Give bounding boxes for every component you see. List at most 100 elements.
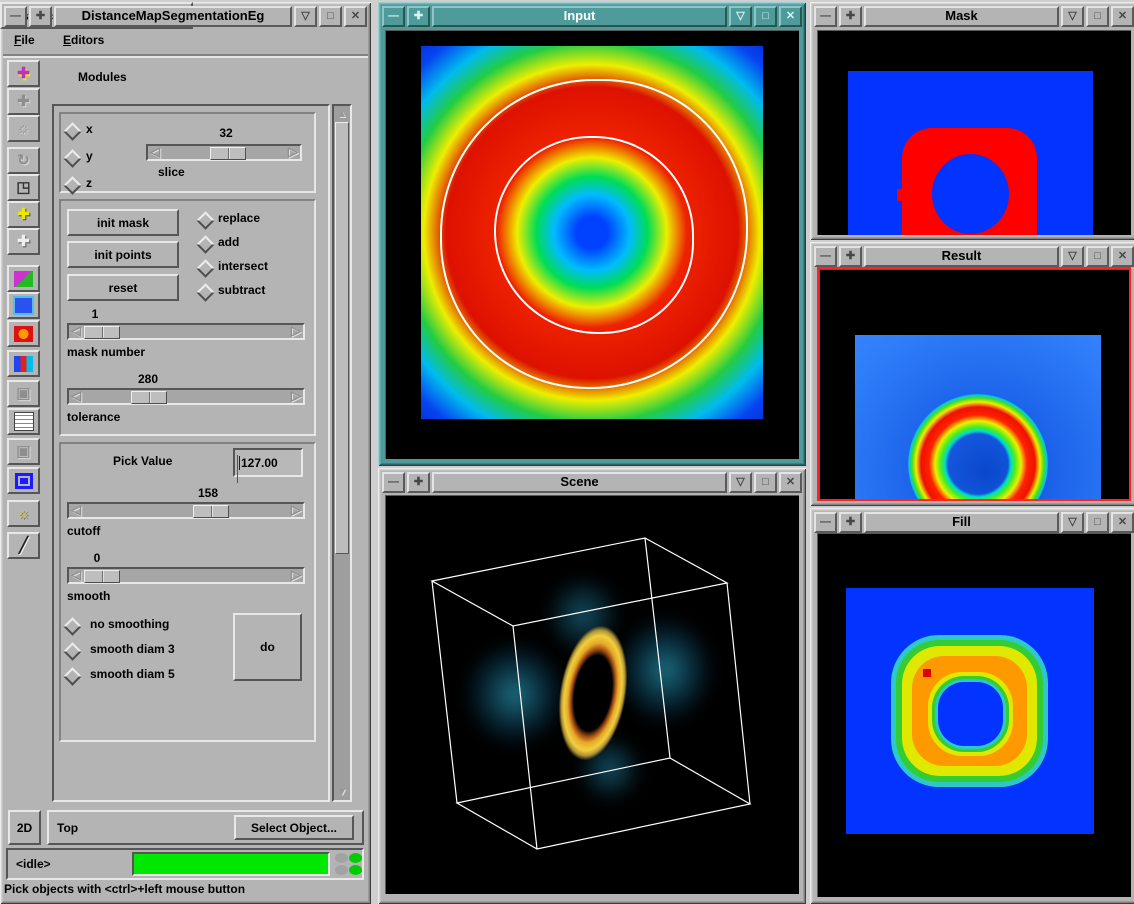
window-raise-button[interactable]: ✚ — [839, 512, 862, 533]
scroll-up-icon[interactable]: ▲ — [334, 107, 350, 121]
result-titlebar[interactable]: — ✚ Result ▽ □ ✕ — [814, 246, 1134, 267]
panel-scrollbar[interactable]: ▲ ▼ — [332, 104, 352, 802]
fill-viewport[interactable] — [817, 533, 1131, 897]
result-window[interactable]: — ✚ Result ▽ □ ✕ — [810, 242, 1134, 506]
smooth-slider-thumb[interactable] — [84, 570, 120, 583]
blue-panel-icon[interactable] — [7, 292, 40, 319]
viewer-trackball-icon[interactable]: ✚ — [7, 60, 40, 87]
cutoff-slider-thumb[interactable] — [193, 505, 229, 518]
scroll-down-icon[interactable]: ▼ — [334, 785, 350, 799]
input-window[interactable]: — ✚ Input ▽ □ ✕ — [378, 2, 806, 466]
window-close-button[interactable]: ✕ — [1111, 512, 1134, 533]
window-shade-button[interactable]: ▽ — [1061, 6, 1084, 27]
window-raise-button[interactable]: ✚ — [839, 246, 862, 267]
window-menu-button[interactable]: — — [382, 6, 405, 27]
mask-titlebar[interactable]: — ✚ Mask ▽ □ ✕ — [814, 6, 1134, 27]
window-close-button[interactable]: ✕ — [1111, 246, 1134, 267]
window-maximize-button[interactable]: □ — [754, 6, 777, 27]
tolerance-slider[interactable]: ◁ ▷ — [67, 388, 305, 405]
fill-titlebar[interactable]: — ✚ Fill ▽ □ ✕ — [814, 512, 1134, 533]
slider-right-arrow-icon[interactable]: ▷ — [291, 389, 301, 403]
window-raise-button[interactable]: ✚ — [29, 6, 52, 27]
window-maximize-button[interactable]: □ — [319, 6, 342, 27]
window-menu-button[interactable]: — — [814, 246, 837, 267]
main-window[interactable]: — ✚ DistanceMapSegmentationEg ▽ □ ✕ File… — [0, 2, 371, 904]
select-object-button[interactable]: Select Object... — [234, 815, 354, 840]
window-menu-button[interactable]: — — [814, 6, 837, 27]
smooth-slider[interactable]: ◁ ▷ — [67, 567, 305, 584]
mask-number-slider[interactable]: ◁ ▷ — [67, 323, 305, 340]
window-close-button[interactable]: ✕ — [779, 472, 802, 493]
window-raise-button[interactable]: ✚ — [839, 6, 862, 27]
slider-right-arrow-icon[interactable]: ▷ — [291, 568, 301, 582]
slice-slider[interactable]: ◁ ▷ — [146, 144, 302, 161]
window-close-button[interactable]: ✕ — [779, 6, 802, 27]
mask-window[interactable]: — ✚ Mask ▽ □ ✕ — [810, 2, 1134, 240]
do-button[interactable]: do — [233, 613, 302, 681]
viewer-camera-icon[interactable]: ✚ — [7, 88, 40, 115]
scene-window[interactable]: — ✚ Scene ▽ □ ✕ — [378, 468, 806, 904]
record-icon[interactable] — [7, 320, 40, 347]
lamp-icon[interactable]: ☼ — [7, 500, 40, 527]
window-close-button[interactable]: ✕ — [344, 6, 367, 27]
headlight-icon[interactable]: ☼ — [7, 115, 40, 142]
slider-left-arrow-icon[interactable]: ◁ — [71, 389, 81, 403]
menu-file[interactable]: File — [14, 33, 35, 47]
scrollbar-thumb[interactable] — [335, 122, 349, 554]
zoom-view-icon[interactable]: ✚ — [7, 228, 40, 255]
window-shade-button[interactable]: ▽ — [294, 6, 317, 27]
mode-2d-button[interactable]: 2D — [8, 810, 41, 845]
mask-viewport[interactable] — [817, 30, 1131, 235]
clip-plane-icon[interactable]: ╱ — [7, 532, 40, 559]
mask-number-slider-thumb[interactable] — [84, 326, 120, 339]
init-mask-button[interactable]: init mask — [67, 209, 179, 236]
slider-right-arrow-icon[interactable]: ▷ — [291, 324, 301, 338]
window-menu-button[interactable]: — — [4, 6, 27, 27]
annotation-icon[interactable] — [7, 408, 40, 435]
window-title: Scene — [432, 472, 727, 493]
cutoff-slider[interactable]: ◁ ▷ — [67, 502, 305, 519]
fill-window[interactable]: — ✚ Fill ▽ □ ✕ — [810, 508, 1134, 904]
input-titlebar[interactable]: — ✚ Input ▽ □ ✕ — [382, 6, 802, 27]
window-shade-button[interactable]: ▽ — [1061, 246, 1084, 267]
slider-right-arrow-icon[interactable]: ▷ — [291, 503, 301, 517]
tolerance-slider-thumb[interactable] — [131, 391, 167, 404]
window-close-button[interactable]: ✕ — [1111, 6, 1134, 27]
scene-viewport[interactable] — [385, 495, 799, 894]
slider-left-arrow-icon[interactable]: ◁ — [150, 145, 160, 159]
window-shade-button[interactable]: ▽ — [1061, 512, 1084, 533]
pick-value-field[interactable]: 127.00 — [233, 448, 303, 477]
slice-slider-thumb[interactable] — [210, 147, 246, 160]
window-shade-button[interactable]: ▽ — [729, 472, 752, 493]
view-label: Top — [57, 821, 78, 835]
window-raise-button[interactable]: ✚ — [407, 472, 430, 493]
fit-view-icon[interactable]: ▣ — [7, 438, 40, 465]
rotate-view-icon[interactable]: ↻ — [7, 147, 40, 174]
window-maximize-button[interactable]: □ — [1086, 512, 1109, 533]
window-maximize-button[interactable]: □ — [1086, 6, 1109, 27]
input-viewport[interactable] — [385, 30, 799, 459]
slider-left-arrow-icon[interactable]: ◁ — [71, 503, 81, 517]
init-points-button[interactable]: init points — [67, 241, 179, 268]
slider-right-arrow-icon[interactable]: ▷ — [288, 145, 298, 159]
box-view-icon[interactable]: ▣ — [7, 380, 40, 407]
main-titlebar[interactable]: — ✚ DistanceMapSegmentationEg ▽ □ ✕ — [4, 6, 367, 27]
window-maximize-button[interactable]: □ — [754, 472, 777, 493]
menu-editors[interactable]: Editors — [63, 33, 104, 47]
slider-left-arrow-icon[interactable]: ◁ — [71, 324, 81, 338]
window-shade-button[interactable]: ▽ — [729, 6, 752, 27]
window-menu-button[interactable]: — — [382, 472, 405, 493]
reset-button[interactable]: reset — [67, 274, 179, 301]
window-maximize-button[interactable]: □ — [1086, 246, 1109, 267]
window-menu-button[interactable]: — — [814, 512, 837, 533]
color-swap-icon[interactable] — [7, 265, 40, 292]
pan-view-icon[interactable]: ✚ — [7, 201, 40, 228]
colormap-icon[interactable] — [7, 350, 40, 377]
window-raise-button[interactable]: ✚ — [407, 6, 430, 27]
window-resize-icon[interactable]: ◳ — [7, 174, 40, 201]
slider-left-arrow-icon[interactable]: ◁ — [71, 568, 81, 582]
square-icon: □ — [762, 477, 769, 488]
result-viewport[interactable] — [817, 267, 1131, 501]
wireframe-box-icon[interactable] — [7, 467, 40, 494]
scene-titlebar[interactable]: — ✚ Scene ▽ □ ✕ — [382, 472, 802, 493]
